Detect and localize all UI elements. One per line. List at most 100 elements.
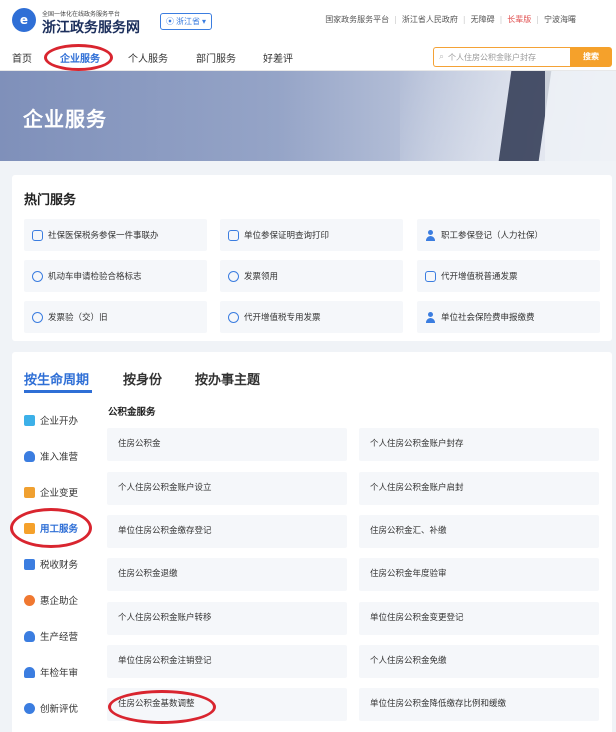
top-links: 国家政务服务平台 | 浙江省人民政府 | 无障碍 | 长辈版 | 宁波海曙 <box>325 14 576 25</box>
banner-image <box>545 71 616 161</box>
briefcase-icon <box>24 522 35 534</box>
nav-home[interactable]: 首页 <box>12 50 32 65</box>
nav-personal-services[interactable]: 个人服务 <box>128 50 168 65</box>
sidebar-item-label: 用工服务 <box>40 524 79 535</box>
sidebar-item-company-setup[interactable]: 企业开办 <box>24 409 96 431</box>
divider: | <box>536 15 539 24</box>
service-item[interactable]: 住房公积金汇、补缴 <box>359 515 599 548</box>
link-city[interactable]: 宁波海曙 <box>544 14 576 25</box>
hot-service-label: 代开增值税专用发票 <box>244 313 321 323</box>
active-tab-indicator <box>24 390 92 393</box>
tab-topic[interactable]: 按办事主题 <box>195 369 260 388</box>
award-icon <box>24 702 35 714</box>
gear-icon <box>24 594 35 606</box>
sidebar-item-operations[interactable]: 生产经营 <box>24 625 96 647</box>
nav-department-services[interactable]: 部门服务 <box>196 50 236 65</box>
service-item[interactable]: 单位住房公积金降低缴存比例和缓缴 <box>359 688 599 721</box>
page-title: 企业服务 <box>23 107 107 131</box>
building-icon <box>24 414 35 426</box>
service-item[interactable]: 单位住房公积金注销登记 <box>107 645 347 678</box>
service-group-title: 公积金服务 <box>108 407 156 418</box>
shield-icon <box>24 630 35 642</box>
logo-title[interactable]: 浙江政务服务网 <box>42 17 140 37</box>
sidebar-item-business-support[interactable]: 惠企助企 <box>24 589 96 611</box>
sidebar-item-annual-review[interactable]: 年检年审 <box>24 661 96 683</box>
user-icon <box>425 229 436 241</box>
hot-service-item[interactable]: 代开增值税专用发票 <box>220 301 403 333</box>
search-button[interactable]: 搜索 <box>570 47 612 67</box>
hot-service-label: 代开增值税普通发票 <box>441 272 518 282</box>
search-input[interactable] <box>448 52 559 62</box>
hot-service-item[interactable]: 机动车申请检验合格标志 <box>24 260 207 292</box>
service-item[interactable]: 住房公积金基数调整 <box>107 688 347 721</box>
hot-service-label: 职工参保登记（人力社保） <box>441 231 544 241</box>
service-item[interactable]: 单位住房公积金缴存登记 <box>107 515 347 548</box>
service-item[interactable]: 个人住房公积金账户转移 <box>107 602 347 635</box>
printer-icon <box>228 229 239 241</box>
service-item[interactable]: 个人住房公积金账户封存 <box>359 428 599 461</box>
hot-service-item[interactable]: 职工参保登记（人力社保） <box>417 219 600 251</box>
hot-service-label: 单位社会保险费申报缴费 <box>441 313 535 323</box>
divider: | <box>394 15 397 24</box>
sidebar-item-label: 创新评优 <box>40 704 79 715</box>
invoice-check-icon <box>32 311 43 323</box>
sidebar-item-label: 生产经营 <box>40 632 79 643</box>
id-card-icon <box>425 270 436 282</box>
sidebar-item-tax-finance[interactable]: 税收财务 <box>24 553 96 575</box>
service-item[interactable]: 住房公积金 <box>107 428 347 461</box>
invoice-icon <box>228 270 239 282</box>
hot-service-label: 社保医保税务参保一件事联办 <box>48 231 159 241</box>
hot-service-item[interactable]: 社保医保税务参保一件事联办 <box>24 219 207 251</box>
lifecycle-panel: 按生命周期 按身份 按办事主题 企业开办 准入准营 企业变更 用工服务 税收财务… <box>12 352 612 732</box>
region-label: 浙江省 <box>176 17 200 26</box>
car-icon <box>32 270 43 282</box>
shield-icon <box>24 450 35 462</box>
search-icon: ⌕ <box>439 52 445 62</box>
location-pin-icon: ⦿ <box>166 17 174 26</box>
sidebar-item-label: 年检年审 <box>40 668 79 679</box>
sidebar-item-innovation[interactable]: 创新评优 <box>24 697 96 719</box>
service-item[interactable]: 住房公积金年度验审 <box>359 558 599 591</box>
link-elder-mode[interactable]: 长辈版 <box>507 14 531 25</box>
link-accessibility[interactable]: 无障碍 <box>471 14 495 25</box>
sidebar-item-market-access[interactable]: 准入准营 <box>24 445 96 467</box>
hot-service-item[interactable]: 发票领用 <box>220 260 403 292</box>
sidebar-item-label: 税收财务 <box>40 560 79 571</box>
tab-lifecycle[interactable]: 按生命周期 <box>24 369 89 388</box>
hot-service-item[interactable]: 单位参保证明查询打印 <box>220 219 403 251</box>
page-banner: 企业服务 <box>0 71 616 161</box>
hot-service-label: 单位参保证明查询打印 <box>244 231 330 241</box>
sidebar-item-company-change[interactable]: 企业变更 <box>24 481 96 503</box>
hot-service-item[interactable]: 单位社会保险费申报缴费 <box>417 301 600 333</box>
hot-service-item[interactable]: 代开增值税普通发票 <box>417 260 600 292</box>
sidebar-item-label: 企业变更 <box>40 488 79 499</box>
top-header: e 全国一体化在线政务服务平台 浙江政务服务网 ⦿ 浙江省 ▾ 国家政务服务平台… <box>0 0 616 42</box>
divider: | <box>499 15 503 24</box>
hot-service-item[interactable]: 发票验（交）旧 <box>24 301 207 333</box>
search-box: ⌕ <box>433 47 570 67</box>
link-national-platform[interactable]: 国家政务服务平台 <box>325 14 389 25</box>
sidebar-item-employment-services[interactable]: 用工服务 <box>24 517 96 539</box>
sidebar-item-label: 企业开办 <box>40 416 79 427</box>
divider: | <box>462 15 466 24</box>
shield-icon <box>32 229 43 241</box>
user-icon <box>24 666 35 678</box>
hot-services-title: 热门服务 <box>24 193 77 208</box>
nav-enterprise-services[interactable]: 企业服务 <box>60 50 100 65</box>
user-icon <box>425 311 436 323</box>
tax-icon <box>24 558 35 570</box>
invoice-special-icon <box>228 311 239 323</box>
service-item[interactable]: 个人住房公积金账户设立 <box>107 472 347 505</box>
region-selector[interactable]: ⦿ 浙江省 ▾ <box>160 13 213 30</box>
hot-services-panel: 热门服务 社保医保税务参保一件事联办 单位参保证明查询打印 职工参保登记（人力社… <box>12 175 612 341</box>
service-item[interactable]: 住房公积金退缴 <box>107 558 347 591</box>
chevron-down-icon: ▾ <box>202 17 207 26</box>
service-item[interactable]: 单位住房公积金变更登记 <box>359 602 599 635</box>
service-item[interactable]: 个人住房公积金账户启封 <box>359 472 599 505</box>
tab-identity[interactable]: 按身份 <box>123 369 162 388</box>
hot-service-label: 发票验（交）旧 <box>48 313 108 323</box>
link-provincial-government[interactable]: 浙江省人民政府 <box>402 14 458 25</box>
service-item[interactable]: 个人住房公积金免缴 <box>359 645 599 678</box>
logo-icon[interactable]: e <box>12 8 36 32</box>
nav-rating[interactable]: 好差评 <box>263 50 293 65</box>
